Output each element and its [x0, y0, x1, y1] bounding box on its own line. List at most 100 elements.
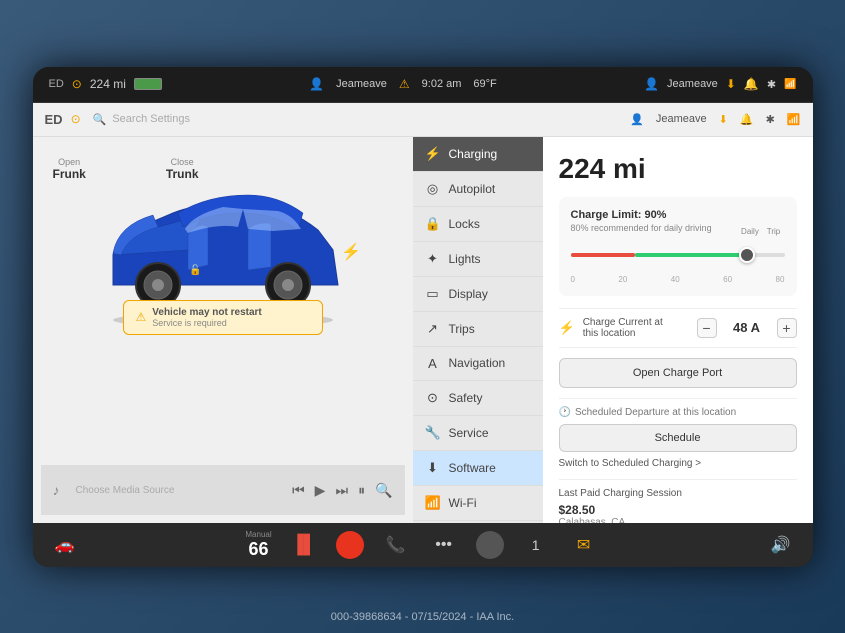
settings-item-wifi[interactable]: 📶 Wi-Fi: [413, 486, 543, 521]
settings-item-charging[interactable]: ⚡ Charging: [413, 137, 543, 172]
plug-icon: ⚡: [559, 320, 575, 336]
search-media-icon[interactable]: 🔍: [375, 482, 392, 499]
battery-indicator: [134, 78, 162, 90]
charge-limit-title: Charge Limit: 90%: [571, 209, 785, 221]
frunk-text: Frunk: [53, 167, 86, 181]
charge-limit-section: Charge Limit: 90% 80% recommended for da…: [559, 197, 797, 296]
last-paid-amount: $28.50: [559, 503, 797, 517]
settings-item-service[interactable]: 🔧 Service: [413, 416, 543, 451]
volume-icon[interactable]: 🔊: [765, 529, 797, 561]
service-label: Service: [449, 426, 489, 440]
nav-bell-icon: 🔔: [740, 113, 754, 126]
nav-bar: ED ⊙ 🔍 Search Settings 👤 Jeameave ⬇ 🔔 ✱ …: [33, 103, 813, 137]
settings-item-navigation[interactable]: A Navigation: [413, 347, 543, 381]
software-label: Software: [449, 461, 496, 475]
slider-40: 40: [671, 275, 680, 284]
nav-signal-icon: 📶: [787, 113, 801, 126]
settings-item-autopilot[interactable]: ◎ Autopilot: [413, 172, 543, 207]
mileage-display: 224 mi: [90, 77, 126, 91]
autopilot-icon: ◎: [425, 181, 441, 197]
taskbar-left: 🚗: [49, 529, 81, 561]
trips-label: Trips: [449, 322, 475, 336]
scheduled-title: 🕐 Scheduled Departure at this location: [559, 407, 797, 418]
bars-icon[interactable]: ▐▌: [288, 529, 320, 561]
open-charge-port-btn[interactable]: Open Charge Port: [559, 358, 797, 388]
car-visualization: ⚡ 🔓 ⚠ Vehicle may not restart Service is…: [83, 165, 363, 335]
camera-icon[interactable]: [476, 531, 504, 559]
settings-menu: ⚡ Charging ◎ Autopilot 🔒 Locks ✦ Lights: [413, 137, 543, 523]
svg-text:⚡: ⚡: [341, 242, 361, 261]
next-icon[interactable]: ⏭: [335, 482, 348, 499]
settings-item-trips[interactable]: ↗ Trips: [413, 312, 543, 347]
switch-link[interactable]: Switch to Scheduled Charging >: [559, 458, 797, 469]
mail-icon[interactable]: ✉: [568, 529, 600, 561]
charge-miles: 224 mi: [559, 153, 797, 185]
speed-value: 66: [245, 539, 271, 560]
warning-icon: ⚠: [136, 310, 147, 324]
trips-icon: ↗: [425, 321, 441, 337]
last-paid-title: Last Paid Charging Session: [559, 488, 797, 499]
charging-menu-label: Charging: [449, 147, 498, 161]
media-source-label[interactable]: Choose Media Source: [76, 485, 175, 496]
search-box[interactable]: 🔍 Search Settings: [93, 113, 343, 126]
header-user: Jeameave: [336, 78, 387, 90]
slider-60: 60: [723, 275, 732, 284]
alert-icon: ⚠: [399, 77, 410, 91]
status-center: 👤 Jeameave ⚠ 9:02 am 69°F: [309, 77, 497, 91]
status-right: 👤 Jeameave ⬇ 🔔 ✱ 📶: [644, 77, 796, 91]
settings-item-software[interactable]: ⬇ Software: [413, 451, 543, 486]
prev-icon[interactable]: ⏮: [292, 482, 305, 499]
right-panel: ⚡ Charging ◎ Autopilot 🔒 Locks ✦ Lights: [413, 137, 813, 523]
frunk-label[interactable]: Open Frunk: [53, 157, 86, 181]
daily-label: Daily: [741, 227, 759, 236]
taskbar-center: Manual 66 ▐▌ 📞 ••• 1 ✉: [245, 529, 599, 561]
watermark: 000-39868634 - 07/15/2024 - IAA Inc.: [331, 611, 514, 623]
locks-icon: 🔒: [425, 216, 441, 232]
temp-display: 69°F: [473, 78, 496, 90]
settings-item-lights[interactable]: ✦ Lights: [413, 242, 543, 277]
schedule-btn[interactable]: Schedule: [559, 424, 797, 452]
last-paid-section: Last Paid Charging Session $28.50 Calaba…: [559, 479, 797, 523]
media-bar: ♪ Choose Media Source ⏮ ▶ ⏭ ⏸ 🔍: [41, 465, 405, 515]
scheduled-label: Scheduled Departure at this location: [575, 407, 736, 418]
eq-icon[interactable]: ⏸: [358, 482, 365, 499]
settings-item-display[interactable]: ▭ Display: [413, 277, 543, 312]
time-display: 9:02 am: [422, 78, 462, 90]
phone-icon[interactable]: 📞: [380, 529, 412, 561]
charge-decrease-btn[interactable]: −: [697, 318, 717, 338]
user-icon-right: 👤: [644, 77, 659, 91]
dots-icon[interactable]: •••: [428, 529, 460, 561]
nav-user-icon: 👤: [630, 113, 644, 126]
media-controls: ⏮ ▶ ⏭ ⏸ 🔍: [292, 482, 392, 499]
warning-box: ⚠ Vehicle may not restart Service is req…: [123, 300, 323, 335]
charging-content: 224 mi Charge Limit: 90% 80% recommended…: [543, 137, 813, 523]
status-bar: ED ⊙ 224 mi 👤 Jeameave ⚠ 9:02 am 69°F 👤 …: [33, 67, 813, 103]
display-icon: ▭: [425, 286, 441, 302]
calendar-icon[interactable]: 1: [520, 529, 552, 561]
main-content: Open Frunk Close Trunk: [33, 137, 813, 523]
settings-item-locks[interactable]: 🔒 Locks: [413, 207, 543, 242]
slider-labels: 0 20 40 60 80: [571, 275, 785, 284]
taskbar: 🚗 Manual 66 ▐▌ 📞 ••• 1 ✉ 🔊: [33, 523, 813, 567]
nav-right: 👤 Jeameave ⬇ 🔔 ✱ 📶: [630, 113, 800, 126]
wifi-label: Wi-Fi: [449, 496, 477, 510]
taskbar-right: 🔊: [765, 529, 797, 561]
slider-thumb[interactable]: [739, 247, 755, 263]
slider-0: 0: [571, 275, 575, 284]
signal-icon: 📶: [784, 79, 796, 90]
car-taskbar-icon[interactable]: 🚗: [49, 529, 81, 561]
search-icon: 🔍: [93, 113, 107, 126]
wifi-icon: 📶: [425, 495, 441, 511]
search-placeholder: Search Settings: [112, 113, 190, 125]
download-icon: ⬇: [726, 77, 736, 91]
lights-label: Lights: [449, 252, 481, 266]
charge-slider[interactable]: Daily Trip: [571, 241, 785, 269]
play-icon[interactable]: ▶: [315, 482, 326, 499]
navigation-label: Navigation: [449, 356, 506, 370]
ed-logo: ED: [45, 112, 63, 127]
settings-item-safety[interactable]: ⊙ Safety: [413, 381, 543, 416]
nav-bt-icon: ✱: [766, 113, 775, 126]
slider-green: [635, 253, 753, 257]
charge-increase-btn[interactable]: +: [777, 318, 797, 338]
app-circle-icon[interactable]: [336, 531, 364, 559]
